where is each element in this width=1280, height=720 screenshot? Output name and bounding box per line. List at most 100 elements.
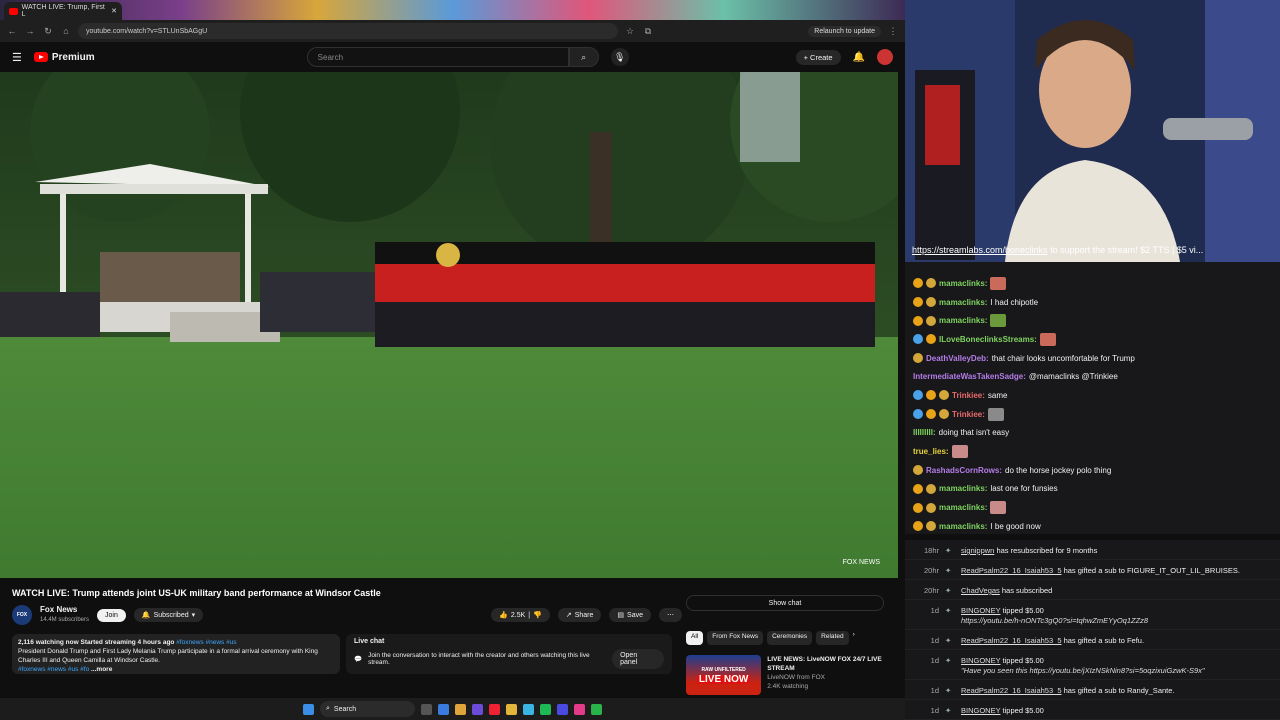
windows-start-icon[interactable] (303, 703, 314, 715)
chip-from-fox-news[interactable]: From Fox News (707, 631, 764, 645)
chat-badge-icon[interactable] (913, 483, 923, 494)
chat-username[interactable]: true_lies: (913, 447, 949, 456)
bookmark-star-icon[interactable]: ☆ (624, 26, 636, 37)
event-username[interactable]: signippwn (961, 546, 994, 555)
channel-avatar[interactable]: FOX (12, 605, 32, 625)
chat-badge-icon[interactable] (913, 521, 923, 532)
chat-badge-icon[interactable] (913, 353, 923, 364)
event-username[interactable]: ReadPsalm22_16_Isaiah53_5 (961, 686, 1062, 695)
task-view-icon[interactable] (421, 703, 432, 715)
relaunch-button[interactable]: Relaunch to update (808, 25, 881, 37)
share-button[interactable]: ↗ Share (557, 608, 602, 622)
recommendation-item[interactable]: RAW UNFILTERED LIVE NOW LIVE NEWS: LiveN… (686, 655, 896, 695)
forward-icon[interactable]: → (24, 26, 36, 36)
streamlabs-link[interactable]: https://streamlabs.com/boneclinks (912, 245, 1048, 255)
event-username[interactable]: BINGONEY (961, 606, 1000, 615)
chat-badge-icon[interactable] (926, 483, 936, 494)
subscribed-button[interactable]: 🔔 Subscribed ▾ (133, 608, 204, 622)
recommendation-thumbnail[interactable]: RAW UNFILTERED LIVE NOW (686, 655, 762, 695)
chat-badge-icon[interactable] (926, 315, 936, 326)
save-button[interactable]: ▤ Save (609, 608, 651, 622)
event-username[interactable]: ChadVegas (961, 586, 1000, 595)
chat-username[interactable]: IntermediateWasTakenSadge: (913, 372, 1026, 381)
recommendation-title[interactable]: LIVE NEWS: LiveNOW FOX 24/7 LIVE STREAM (767, 655, 896, 673)
chat-badge-icon[interactable] (926, 278, 936, 289)
chat-badge-icon[interactable] (926, 334, 936, 345)
more-link[interactable]: ...more (91, 666, 112, 673)
chat-username[interactable]: mamaclinks: (939, 316, 987, 325)
chat-badge-icon[interactable] (913, 297, 923, 308)
chat-badge-icon[interactable] (926, 409, 936, 420)
account-avatar[interactable] (877, 49, 893, 65)
chat-badge-icon[interactable] (913, 315, 923, 326)
chat-username[interactable]: Trinkiee: (952, 391, 985, 400)
search-input[interactable]: Search (306, 47, 569, 67)
chat-badge-icon[interactable] (913, 390, 923, 401)
obs-icon[interactable] (489, 703, 500, 715)
channel-name[interactable]: Fox News (40, 605, 89, 615)
chat-badge-icon[interactable] (939, 390, 949, 401)
create-button[interactable]: + Create (795, 49, 841, 65)
home-icon[interactable]: ⌂ (60, 26, 72, 36)
address-bar[interactable]: youtube.com/watch?v=STLUnSbAGgU (78, 23, 618, 39)
chat-badge-icon[interactable] (926, 390, 936, 401)
chrome-icon[interactable] (455, 703, 466, 715)
file-explorer-icon[interactable] (506, 703, 517, 715)
browser-tab[interactable]: WATCH LIVE: Trump, First L ✕ (4, 2, 122, 20)
chat-badge-icon[interactable] (913, 502, 923, 513)
extensions-icon[interactable]: ⧉ (642, 26, 654, 37)
chip-ceremonies[interactable]: Ceremonies (767, 631, 813, 645)
chat-badge-icon[interactable] (926, 297, 936, 308)
spotify-icon[interactable] (540, 703, 551, 715)
chat-username[interactable]: IIIIIIIII: (913, 428, 936, 437)
search-button[interactable]: ⌕ (568, 47, 599, 67)
chat-username[interactable]: mamaclinks: (939, 484, 987, 493)
chat-badge-icon[interactable] (926, 502, 936, 513)
event-username[interactable]: BINGONEY (961, 706, 1000, 715)
chat-badge-icon[interactable] (913, 409, 923, 420)
youtube-logo[interactable]: Premium (33, 52, 95, 63)
notifications-bell-icon[interactable]: 🔔 (853, 52, 865, 63)
chat-badge-icon[interactable] (913, 465, 923, 476)
hamburger-menu-icon[interactable]: ☰ (12, 51, 22, 64)
event-username[interactable]: BINGONEY (961, 656, 1000, 665)
chip-related[interactable]: Related (816, 631, 849, 645)
show-chat-button[interactable]: Show chat (686, 595, 884, 611)
more-actions-button[interactable]: ⋯ (659, 608, 682, 622)
app-icon-2[interactable] (557, 703, 568, 715)
chat-username[interactable]: Trinkiee: (952, 410, 985, 419)
app-icon-4[interactable] (591, 703, 602, 715)
app-icon-3[interactable] (574, 703, 585, 715)
chevron-right-icon[interactable]: › (853, 631, 855, 645)
chat-badge-icon[interactable] (939, 409, 949, 420)
chip-all[interactable]: All (686, 631, 704, 645)
event-username[interactable]: ReadPsalm22_16_Isaiah53_5 (961, 566, 1062, 575)
browser-menu-icon[interactable]: ⋮ (887, 26, 899, 37)
reload-icon[interactable]: ↻ (42, 26, 54, 37)
chat-username[interactable]: mamaclinks: (939, 279, 987, 288)
discord-icon[interactable] (472, 703, 483, 715)
close-tab-icon[interactable]: ✕ (111, 7, 117, 15)
app-icon[interactable] (523, 703, 534, 715)
thumbs-down-icon[interactable]: 👎 (533, 611, 542, 619)
video-player[interactable]: FOX NEWS (0, 72, 898, 578)
chat-username[interactable]: mamaclinks: (939, 503, 987, 512)
chat-badge-icon[interactable] (926, 521, 936, 532)
event-row: 1d ✦ BINGONEY tipped $5.00 "Have you seen t… (905, 650, 1280, 680)
chat-username[interactable]: mamaclinks: (939, 522, 987, 531)
chat-badge-icon[interactable] (913, 278, 923, 289)
chat-badge-icon[interactable] (913, 334, 923, 345)
video-description[interactable]: 2,116 watching now Started streaming 4 h… (12, 634, 340, 674)
join-button[interactable]: Join (97, 608, 126, 622)
chat-username[interactable]: ILoveBoneclinksStreams: (939, 335, 1037, 344)
back-icon[interactable]: ← (6, 26, 18, 36)
like-button[interactable]: 👍 2.5K | 👎 (491, 608, 550, 622)
edge-icon[interactable] (438, 703, 449, 715)
voice-search-button[interactable]: 🎙 (610, 48, 629, 66)
taskbar-search[interactable]: ⌕ Search (320, 701, 415, 717)
open-panel-button[interactable]: Open panel (612, 649, 664, 669)
chat-username[interactable]: DeathValleyDeb: (926, 354, 989, 363)
chat-username[interactable]: RashadsCornRows: (926, 466, 1002, 475)
chat-username[interactable]: mamaclinks: (939, 298, 987, 307)
event-username[interactable]: ReadPsalm22_16_Isaiah53_5 (961, 636, 1062, 645)
